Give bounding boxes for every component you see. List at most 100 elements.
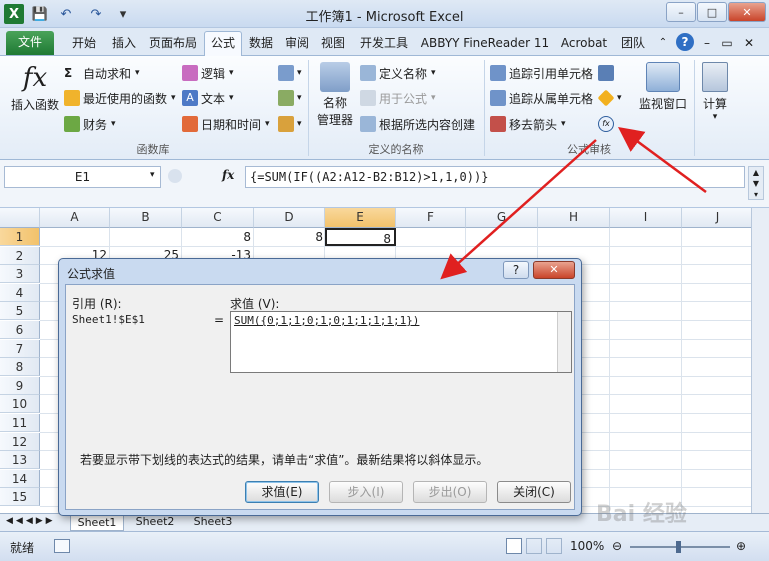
tab-page-layout[interactable]: 页面布局 — [146, 33, 200, 55]
row-header-9[interactable]: 9 — [0, 376, 40, 395]
column-header-I[interactable]: I — [610, 208, 682, 228]
row-header-11[interactable]: 11 — [0, 414, 40, 432]
tab-formulas[interactable]: 公式 — [204, 31, 242, 56]
zoom-level[interactable]: 100% — [570, 539, 604, 553]
math-button[interactable]: ▾ — [278, 87, 302, 109]
window-close-icon[interactable]: ✕ — [742, 33, 756, 55]
normal-view-icon[interactable] — [506, 538, 522, 554]
zoom-slider-thumb[interactable] — [676, 541, 681, 553]
tab-insert[interactable]: 插入 — [106, 33, 142, 55]
column-header-H[interactable]: H — [538, 208, 610, 228]
evaluation-box[interactable]: SUM({0;1;1;0;1;0;1;1;1;1;1}) — [230, 311, 572, 373]
lookup-button[interactable]: ▾ — [278, 62, 302, 84]
row-header-2[interactable]: 2 — [0, 246, 40, 265]
row-header-12[interactable]: 12 — [0, 432, 40, 451]
fx-button[interactable]: fx — [222, 168, 234, 182]
maximize-button[interactable]: □ — [697, 2, 727, 22]
page-layout-view-icon[interactable] — [526, 538, 542, 554]
dialog-close-action-button[interactable]: 关闭(C) — [497, 481, 571, 503]
datetime-button[interactable]: 日期和时间 ▾ — [182, 113, 270, 135]
row-header-1[interactable]: 1 — [0, 228, 40, 246]
watch-window-button[interactable]: 监视窗口 — [634, 60, 692, 130]
column-header-E[interactable]: E — [325, 208, 396, 228]
row-header-13[interactable]: 13 — [0, 451, 40, 470]
tab-file[interactable]: 文件 — [6, 31, 54, 55]
tab-developer[interactable]: 开发工具 — [356, 33, 412, 55]
name-box[interactable]: E1 — [4, 166, 161, 188]
row-header-3[interactable]: 3 — [0, 265, 40, 284]
cell-C1[interactable]: 8 — [182, 228, 254, 246]
page-break-view-icon[interactable] — [546, 538, 562, 554]
step-out-button[interactable]: 步出(O) — [413, 481, 487, 503]
sheet-tab[interactable]: Sheet3 — [186, 515, 240, 531]
column-header-G[interactable]: G — [466, 208, 538, 228]
row-header-15[interactable]: 15 — [0, 488, 40, 507]
formula-bar-scroll[interactable]: ▲ ▼ ▾ — [748, 166, 764, 200]
sheet-tab[interactable]: Sheet1 — [70, 515, 124, 531]
tab-home[interactable]: 开始 — [66, 33, 102, 55]
row-header-8[interactable]: 8 — [0, 358, 40, 377]
help-icon[interactable]: ? — [676, 33, 694, 51]
tab-data[interactable]: 数据 — [246, 33, 276, 55]
recent-functions-button[interactable]: 最近使用的函数 ▾ — [64, 87, 176, 109]
cell-D1[interactable]: 8 — [254, 228, 326, 246]
row-header-7[interactable]: 7 — [0, 339, 40, 358]
column-header-C[interactable]: C — [182, 208, 254, 228]
name-box-dropdown-icon[interactable]: ▾ — [150, 170, 155, 180]
column-header-J[interactable]: J — [682, 208, 754, 228]
select-all-corner[interactable] — [0, 208, 40, 228]
column-header-B[interactable]: B — [110, 208, 182, 228]
create-from-selection-icon — [360, 116, 376, 132]
column-header-D[interactable]: D — [254, 208, 325, 228]
step-in-button[interactable]: 步入(I) — [329, 481, 403, 503]
dialog-body: 引用 (R): Sheet1!$E$1 = 求值 (V): SUM({0;1;1… — [65, 284, 575, 510]
sheet-tab[interactable]: Sheet2 — [128, 515, 182, 531]
formula-input[interactable]: {=SUM(IF((A2:A12-B2:B12)>1,1,0))} — [245, 166, 745, 188]
macro-record-icon[interactable] — [54, 539, 70, 553]
row-header-10[interactable]: 10 — [0, 395, 40, 414]
show-formulas-button[interactable] — [598, 62, 617, 84]
row-header-5[interactable]: 5 — [0, 302, 40, 321]
zoom-in-icon[interactable]: ⊕ — [736, 539, 746, 553]
zoom-out-icon[interactable]: ⊖ — [612, 539, 622, 553]
name-manager-button[interactable]: 名称 管理器 — [312, 60, 358, 136]
insert-function-button[interactable]: fx 插入函数 — [8, 60, 62, 130]
calculation-button[interactable]: 计算 ▾ — [698, 60, 732, 136]
formula-bar-handle[interactable] — [168, 169, 182, 183]
evaluate-button[interactable]: 求值(E) — [245, 481, 319, 503]
vertical-scrollbar[interactable] — [751, 208, 769, 513]
more-functions-button[interactable]: ▾ — [278, 113, 302, 135]
trace-dependents-button[interactable]: 追踪从属单元格 — [490, 87, 593, 109]
window-restore-icon[interactable]: ▭ — [720, 33, 734, 55]
create-from-selection-button[interactable]: 根据所选内容创建 — [360, 113, 475, 135]
text-button[interactable]: A 文本 ▾ — [182, 87, 234, 109]
financial-button[interactable]: 财务 ▾ — [64, 113, 116, 135]
use-in-formula-button[interactable]: 用于公式 ▾ — [360, 87, 436, 109]
evaluation-scrollbar[interactable] — [557, 312, 571, 372]
tab-view[interactable]: 视图 — [318, 33, 348, 55]
remove-arrows-button[interactable]: 移去箭头 ▾ — [490, 113, 566, 135]
dialog-help-button[interactable]: ? — [503, 261, 529, 279]
minimize-ribbon-icon[interactable]: ⌃ — [656, 33, 670, 55]
column-header-A[interactable]: A — [40, 208, 110, 228]
row-header-6[interactable]: 6 — [0, 321, 40, 339]
tab-team[interactable]: 团队 — [618, 33, 648, 55]
row-header-14[interactable]: 14 — [0, 469, 40, 488]
minimize-button[interactable]: – — [666, 2, 696, 22]
tab-acrobat[interactable]: Acrobat — [558, 33, 610, 55]
logical-button[interactable]: 逻辑 ▾ — [182, 62, 234, 84]
window-min-icon[interactable]: – — [700, 33, 714, 55]
define-name-button[interactable]: 定义名称 ▾ — [360, 62, 436, 84]
evaluate-formula-button[interactable]: fx — [598, 113, 617, 135]
column-header-F[interactable]: F — [396, 208, 466, 228]
tab-review[interactable]: 审阅 — [282, 33, 312, 55]
close-button[interactable]: ✕ — [728, 2, 766, 22]
trace-precedents-button[interactable]: 追踪引用单元格 — [490, 62, 593, 84]
row-header-4[interactable]: 4 — [0, 283, 40, 302]
error-checking-button[interactable]: ▾ — [597, 87, 622, 109]
autosum-button[interactable]: Σ 自动求和 ▾ — [64, 62, 140, 84]
cell-E1[interactable]: 8 — [325, 228, 396, 246]
sheet-nav-icon[interactable]: ◀◀◀▶▶ — [6, 516, 56, 526]
tab-abbyy[interactable]: ABBYY FineReader 11 — [420, 33, 550, 55]
dialog-close-button[interactable]: ✕ — [533, 261, 575, 279]
